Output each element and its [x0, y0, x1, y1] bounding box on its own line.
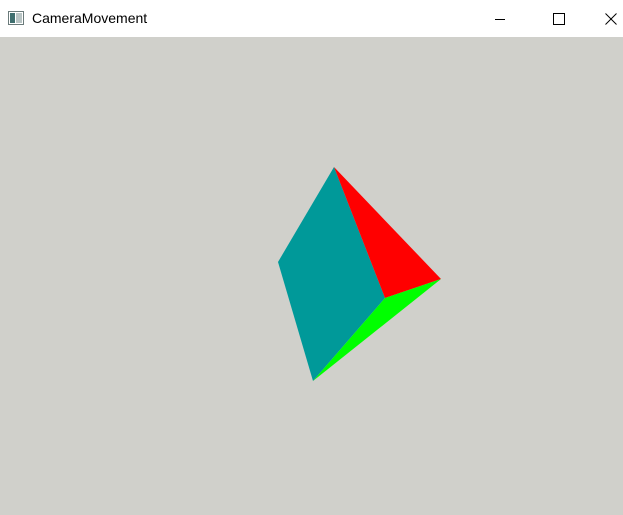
maximize-icon [553, 12, 565, 25]
pyramid-face-front [278, 167, 385, 381]
scene-canvas [278, 167, 441, 381]
app-window: CameraMovement [0, 0, 623, 515]
close-button[interactable] [594, 0, 623, 37]
maximize-button[interactable] [536, 0, 582, 37]
render-viewport[interactable] [0, 37, 623, 515]
title-bar[interactable]: CameraMovement [0, 0, 623, 37]
close-icon [605, 12, 617, 25]
pyramid [278, 167, 441, 381]
window-title: CameraMovement [32, 10, 148, 26]
app-window-icon [8, 11, 24, 25]
minimize-button[interactable] [477, 0, 523, 37]
minimize-icon [495, 18, 505, 20]
